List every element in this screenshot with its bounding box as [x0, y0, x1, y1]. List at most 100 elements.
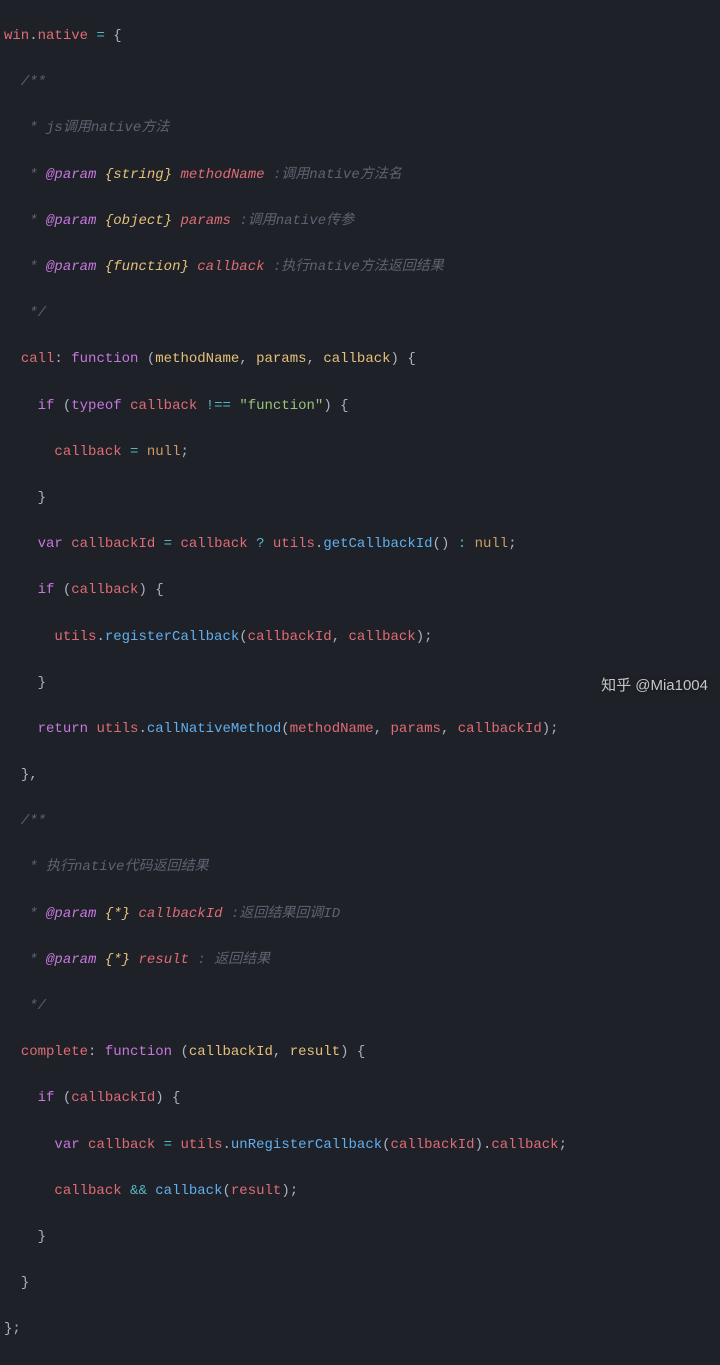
doc-star: *: [29, 120, 46, 136]
identifier: utils: [54, 629, 96, 645]
code-line: },: [4, 764, 720, 787]
code-line: /**: [4, 810, 720, 833]
keyword-function: function: [105, 1044, 172, 1060]
doc-type: {*}: [105, 952, 130, 968]
keyword-var: var: [54, 1137, 79, 1153]
identifier: utils: [180, 1137, 222, 1153]
token-close: };: [4, 1321, 21, 1337]
identifier: callbackId: [248, 629, 332, 645]
doc-close: */: [29, 305, 46, 321]
doc-star: *: [29, 213, 46, 229]
keyword-typeof: typeof: [71, 398, 121, 414]
doc-star: *: [29, 259, 46, 275]
code-line: complete: function (callbackId, result) …: [4, 1041, 720, 1064]
code-line: callback = null;: [4, 441, 720, 464]
doc-var: params: [180, 213, 230, 229]
identifier: result: [231, 1183, 281, 1199]
identifier: callback: [71, 582, 138, 598]
identifier: callbackId: [391, 1137, 475, 1153]
identifier: utils: [96, 721, 138, 737]
code-line: if (callback) {: [4, 579, 720, 602]
token-dot: .: [29, 28, 37, 44]
keyword-if: if: [38, 398, 55, 414]
doc-desc: :执行native方法返回结果: [273, 259, 444, 275]
token-object: win: [4, 28, 29, 44]
identifier: callbackId: [71, 1090, 155, 1106]
doc-tag: @param: [46, 952, 96, 968]
identifier: params: [391, 721, 441, 737]
identifier: callback: [54, 444, 121, 460]
code-line: if (typeof callback !== "function") {: [4, 395, 720, 418]
code-line: var callbackId = callback ? utils.getCal…: [4, 533, 720, 556]
code-line: }: [4, 1272, 720, 1295]
doc-desc: :返回结果回调ID: [231, 906, 340, 922]
doc-type: {*}: [105, 906, 130, 922]
code-line: }: [4, 487, 720, 510]
method-call: callback: [155, 1183, 222, 1199]
code-line: call: function (methodName, params, call…: [4, 348, 720, 371]
null-literal: null: [147, 444, 181, 460]
token-brace: }: [38, 675, 46, 691]
code-line: }: [4, 672, 720, 695]
code-line: */: [4, 302, 720, 325]
code-line: win.native = {: [4, 25, 720, 48]
keyword-if: if: [38, 582, 55, 598]
identifier: callbackId: [71, 536, 155, 552]
identifier: callback: [54, 1183, 121, 1199]
code-line: * @param {*} result : 返回结果: [4, 949, 720, 972]
code-line: };: [4, 1318, 720, 1341]
doc-type: {string}: [105, 167, 172, 183]
doc-var: callback: [197, 259, 264, 275]
identifier: callback: [88, 1137, 155, 1153]
param: params: [256, 351, 306, 367]
method-call: unRegisterCallback: [231, 1137, 382, 1153]
doc-desc: js调用native方法: [46, 120, 169, 136]
token-brace: },: [21, 767, 38, 783]
method-key: call: [21, 351, 55, 367]
code-line: return utils.callNativeMethod(methodName…: [4, 718, 720, 741]
method-call: callNativeMethod: [147, 721, 281, 737]
doc-var: methodName: [180, 167, 264, 183]
param: callback: [323, 351, 390, 367]
code-line: if (callbackId) {: [4, 1087, 720, 1110]
string-literal: "function": [239, 398, 323, 414]
doc-open: /**: [21, 74, 46, 90]
doc-star: *: [29, 952, 46, 968]
token-brace: }: [21, 1275, 29, 1291]
identifier: utils: [273, 536, 315, 552]
identifier: callback: [349, 629, 416, 645]
token-brace: }: [38, 490, 46, 506]
doc-desc: :调用native方法名: [273, 167, 402, 183]
doc-type: {object}: [105, 213, 172, 229]
param: methodName: [155, 351, 239, 367]
keyword-return: return: [38, 721, 88, 737]
code-line: utils.registerCallback(callbackId, callb…: [4, 626, 720, 649]
keyword-function: function: [71, 351, 138, 367]
token-property: native: [38, 28, 88, 44]
code-line: }: [4, 1226, 720, 1249]
null-literal: null: [475, 536, 509, 552]
doc-tag: @param: [46, 167, 96, 183]
identifier: callback: [491, 1137, 558, 1153]
doc-type: {function}: [105, 259, 189, 275]
code-line: * @param {string} methodName :调用native方法…: [4, 164, 720, 187]
method-key: complete: [21, 1044, 88, 1060]
doc-desc: :调用native传参: [239, 213, 354, 229]
keyword-var: var: [38, 536, 63, 552]
code-line: * js调用native方法: [4, 117, 720, 140]
code-line: * @param {function} callback :执行native方法…: [4, 256, 720, 279]
doc-tag: @param: [46, 906, 96, 922]
code-line: /**: [4, 71, 720, 94]
identifier: methodName: [290, 721, 374, 737]
method-call: registerCallback: [105, 629, 239, 645]
token-brace: {: [113, 28, 121, 44]
doc-star: *: [29, 167, 46, 183]
token-assign: =: [88, 28, 113, 44]
param: result: [290, 1044, 340, 1060]
code-line: * @param {*} callbackId :返回结果回调ID: [4, 903, 720, 926]
code-line: */: [4, 995, 720, 1018]
operator: &&: [130, 1183, 147, 1199]
code-editor: win.native = { /** * js调用native方法 * @par…: [0, 0, 720, 1365]
identifier: callbackId: [458, 721, 542, 737]
keyword-if: if: [38, 1090, 55, 1106]
